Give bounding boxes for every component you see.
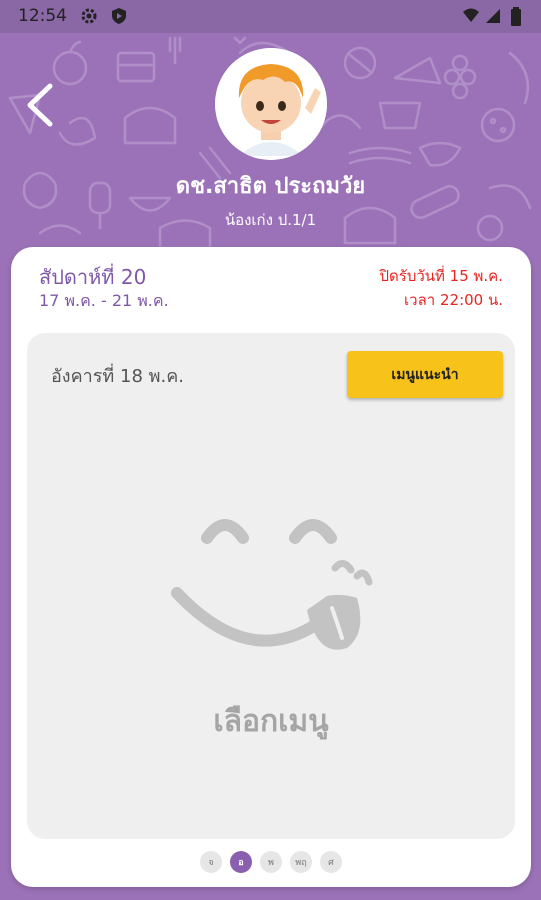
day-tab-mon[interactable]: จ (200, 851, 222, 873)
day-tab-wed[interactable]: พ (260, 851, 282, 873)
day-tabs: จ อ พ พฤ ศ (11, 851, 531, 875)
select-menu-label[interactable]: เลือกเมนู (27, 698, 515, 745)
menu-card: สัปดาห์ที่ 20 17 พ.ค. - 21 พ.ค. ปิดรับวั… (11, 247, 531, 887)
battery-icon (510, 7, 522, 31)
teacher-name: ดช.สาธิต ประถมวัย (175, 174, 366, 199)
play-shield-icon (110, 7, 128, 29)
status-bar: 12:54 (0, 0, 541, 33)
recommended-menu-button[interactable]: เมนูแนะนำ (347, 351, 503, 398)
back-button[interactable] (22, 82, 62, 128)
day-tab-thu[interactable]: พฤ (290, 851, 312, 873)
student-name: น้องเก่ง ป.1/1 (224, 211, 317, 229)
gear-icon (80, 7, 98, 29)
day-label: อังคารที่ 18 พ.ค. (51, 366, 184, 387)
wifi-icon (462, 7, 480, 29)
day-panel[interactable]: อังคารที่ 18 พ.ค. เมนูแนะนำ เลือกเมนู (27, 333, 515, 839)
day-tab-tue[interactable]: อ (230, 851, 252, 873)
day-tab-fri[interactable]: ศ (320, 851, 342, 873)
yummy-face-icon[interactable] (167, 498, 377, 672)
signal-icon (484, 7, 502, 29)
status-time: 12:54 (18, 6, 67, 26)
week-range: 17 พ.ค. - 21 พ.ค. (39, 291, 169, 310)
close-date: ปิดรับวันที่ 15 พ.ค. (379, 267, 504, 285)
close-time: เวลา 22:00 น. (404, 291, 503, 309)
student-avatar (215, 48, 327, 160)
